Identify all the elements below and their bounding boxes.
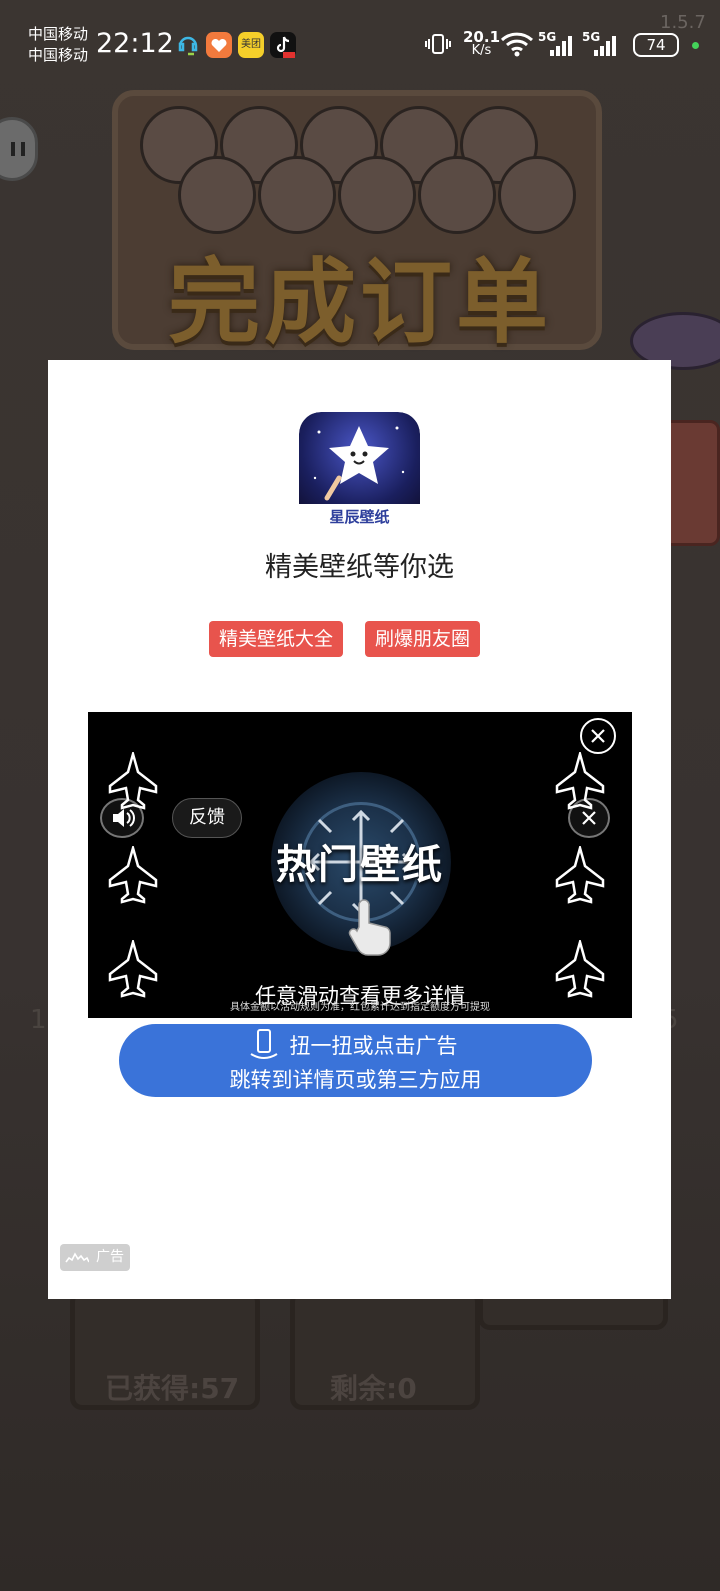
carrier-1: 中国移动	[28, 25, 89, 43]
app-logo[interactable]: 星辰壁纸	[299, 412, 420, 533]
jar-image	[178, 156, 256, 234]
jar-image	[418, 156, 496, 234]
order-complete-title: 完成订单	[167, 249, 552, 356]
jet-icon	[108, 846, 158, 904]
video-title: 热门壁纸	[276, 842, 444, 888]
meituan-icon: 美团	[238, 32, 264, 58]
clock: 22:12	[96, 28, 174, 59]
cta-button[interactable]: 扭一扭或点击广告 跳转到详情页或第三方应用	[119, 1024, 592, 1097]
signal-1-icon	[548, 34, 576, 61]
carrier-2: 中国移动	[28, 46, 89, 64]
cta-line-1: 扭一扭或点击广告	[289, 1034, 458, 1058]
battery-indicator: 74	[633, 33, 679, 57]
ad-label: 广告	[60, 1244, 130, 1271]
app-logo-artwork	[299, 412, 420, 504]
vibrate-icon	[425, 32, 451, 59]
tag-wallpaper-collection: 精美壁纸大全	[209, 621, 344, 657]
feedback-button[interactable]: 反馈	[172, 798, 242, 838]
version-label: 1.5.7	[660, 12, 706, 33]
ad-dialog[interactable]: 星辰壁纸 精美壁纸等你选 精美壁纸大全 刷爆朋友圈 热门壁纸 反馈 任意滑动查看…	[48, 360, 671, 1299]
hand-pointer-icon	[348, 899, 391, 956]
star-mascot-icon	[313, 426, 405, 501]
tiktok-icon	[270, 32, 296, 58]
video-close-icon[interactable]	[580, 718, 616, 754]
jet-icon	[108, 752, 158, 810]
edge-number-left: 1	[30, 1005, 47, 1035]
support-icon	[175, 32, 201, 58]
network-speed-unit: K/s	[471, 43, 492, 58]
charging-dot	[692, 42, 699, 49]
jar-image	[338, 156, 416, 234]
signal-2-icon	[592, 34, 620, 61]
jet-icon	[555, 846, 605, 904]
app-logo-name: 星辰壁纸	[329, 508, 390, 526]
jar-image	[498, 156, 576, 234]
cta-line-2: 跳转到详情页或第三方应用	[229, 1068, 482, 1092]
video-fine-print: 具体金额以活动规则为准，红包累计达到指定额度方可提现	[230, 1002, 490, 1013]
remaining-bin: 剩余:0	[290, 1290, 480, 1410]
ad-video[interactable]: 热门壁纸 反馈 任意滑动查看更多详情 具体金额以活动规则为准，红包累计达到指定额…	[88, 712, 632, 1018]
wifi-icon	[500, 30, 534, 61]
heart-app-icon	[206, 32, 232, 58]
ad-headline[interactable]: 精美壁纸等你选	[48, 545, 671, 584]
tag-moments: 刷爆朋友圈	[365, 621, 481, 657]
status-bar: 中国移动 中国移动 22:12 美团 20.1 K/s 5G 5G 74 1.5…	[0, 0, 720, 90]
collected-count: 已获得:57	[105, 1372, 240, 1405]
jet-icon	[555, 752, 605, 810]
remaining-count: 剩余:0	[330, 1372, 417, 1405]
carrier-labels: 中国移动 中国移动	[28, 24, 88, 66]
jar-image	[258, 156, 336, 234]
network-speed: 20.1 K/s	[463, 30, 500, 58]
ad-logo-icon	[65, 1252, 89, 1263]
collected-bin: 已获得:57	[70, 1290, 260, 1410]
ad-label-text: 广告	[96, 1249, 124, 1265]
network-speed-value: 20.1	[463, 28, 501, 46]
